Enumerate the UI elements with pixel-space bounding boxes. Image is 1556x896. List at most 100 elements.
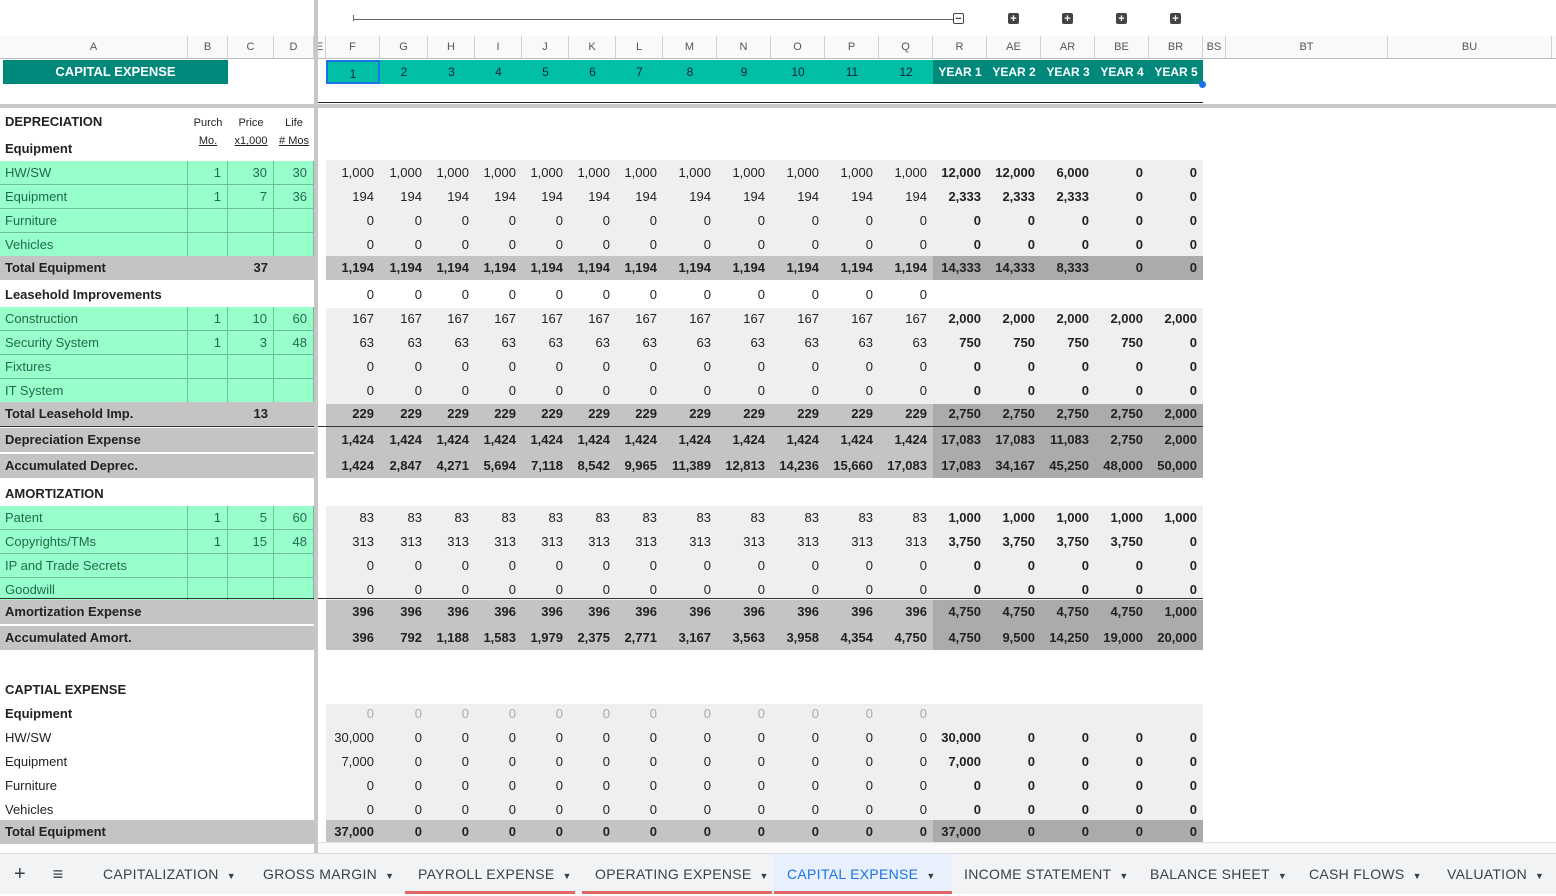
column-header-l[interactable]: L [616,36,663,58]
input-b-cell[interactable] [188,233,228,257]
value-cell[interactable]: 0 [1041,554,1095,578]
value-cell[interactable]: 4,750 [933,600,987,624]
column-header-bt[interactable]: BT [1226,36,1388,58]
value-cell[interactable]: 167 [326,307,380,331]
value-cell[interactable]: 396 [616,600,663,624]
value-cell[interactable]: 0 [1149,331,1203,355]
value-cell[interactable]: 20,000 [1149,626,1203,650]
value-cell[interactable]: 0 [1041,379,1095,403]
value-cell[interactable]: 63 [616,331,663,355]
value-cell[interactable]: 0 [380,379,428,403]
value-cell[interactable]: 750 [987,331,1041,355]
value-cell[interactable]: 0 [1095,256,1149,280]
value-cell[interactable]: 0 [428,798,475,822]
row-label-equipment[interactable]: Equipment [0,702,314,726]
value-cell[interactable]: 0 [825,355,879,379]
value-cell[interactable]: 4,750 [879,626,933,650]
value-cell[interactable]: 0 [428,379,475,403]
value-cell[interactable]: 396 [663,600,717,624]
value-cell[interactable]: 2,000 [1149,307,1203,331]
value-cell[interactable]: 9,965 [616,454,663,478]
value-cell[interactable]: 167 [475,307,522,331]
column-header-m[interactable]: M [663,36,717,58]
value-cell[interactable]: 0 [771,774,825,798]
period-label-cell[interactable]: 12 [879,60,933,84]
value-cell[interactable]: 0 [428,554,475,578]
value-cell[interactable]: 50,000 [1149,454,1203,478]
value-cell[interactable]: 0 [1041,209,1095,233]
value-cell[interactable]: 2,771 [616,626,663,650]
chevron-down-icon[interactable]: ▼ [1278,871,1287,881]
value-cell[interactable]: 1,424 [771,428,825,452]
row-label-ip-and-trade-secrets[interactable]: IP and Trade Secrets [0,554,188,578]
row-label-amortization[interactable]: AMORTIZATION [0,482,314,506]
plus-box-icon[interactable]: + [1170,13,1181,25]
value-cell[interactable]: 0 [771,379,825,403]
value-cell[interactable]: 63 [825,331,879,355]
value-cell[interactable]: 1,000 [771,161,825,185]
value-cell[interactable]: 0 [987,233,1041,257]
value-cell[interactable]: 0 [522,820,569,844]
value-cell[interactable]: 0 [825,283,879,307]
period-label-cell[interactable]: 11 [825,60,879,84]
column-header-o[interactable]: O [771,36,825,58]
value-cell[interactable]: 229 [663,402,717,426]
value-cell[interactable]: 0 [987,379,1041,403]
value-cell[interactable]: 0 [825,702,879,726]
value-cell[interactable]: 4,750 [987,600,1041,624]
plus-box-icon[interactable]: + [1116,13,1127,25]
period-label-cell[interactable]: 8 [663,60,717,84]
value-cell[interactable]: 0 [616,798,663,822]
plus-box-icon[interactable]: + [1008,13,1019,25]
period-label-cell[interactable]: YEAR 5 [1149,60,1203,84]
value-cell[interactable]: 194 [380,185,428,209]
value-cell[interactable]: 83 [569,506,616,530]
value-cell[interactable]: 0 [475,554,522,578]
input-b-cell[interactable] [188,209,228,233]
value-cell[interactable]: 0 [522,774,569,798]
row-label-equipment[interactable]: Equipment [0,137,314,161]
value-cell[interactable]: 14,250 [1041,626,1095,650]
value-cell[interactable]: 167 [569,307,616,331]
value-cell[interactable]: 1,000 [1149,506,1203,530]
value-cell[interactable]: 0 [428,233,475,257]
value-cell[interactable]: 1,000 [522,161,569,185]
value-cell[interactable]: 1,000 [326,161,380,185]
period-label-cell[interactable]: YEAR 4 [1095,60,1149,84]
value-cell[interactable]: 792 [380,626,428,650]
value-cell[interactable]: 313 [717,530,771,554]
row-label-captial-expense[interactable]: CAPTIAL EXPENSE [0,678,314,702]
input-b-cell[interactable]: 1 [188,185,228,209]
value-cell[interactable]: 0 [616,750,663,774]
column-header-ae[interactable]: AE [987,36,1041,58]
input-c-cell[interactable] [228,233,274,257]
frozen-row-divider[interactable] [0,104,1556,108]
value-cell[interactable]: 396 [326,626,380,650]
period-label-cell[interactable]: YEAR 3 [1041,60,1095,84]
value-cell[interactable]: 0 [663,209,717,233]
column-header-i[interactable]: I [475,36,522,58]
value-cell[interactable]: 1,424 [428,428,475,452]
value-cell[interactable]: 0 [326,554,380,578]
value-cell[interactable]: 194 [717,185,771,209]
value-cell[interactable]: 1,424 [717,428,771,452]
value-cell[interactable]: 0 [825,233,879,257]
value-cell[interactable]: 0 [1095,185,1149,209]
input-b-cell[interactable]: 1 [188,161,228,185]
value-cell[interactable]: 0 [825,774,879,798]
value-cell[interactable]: 0 [771,798,825,822]
input-b-cell[interactable]: 1 [188,331,228,355]
value-cell[interactable]: 83 [616,506,663,530]
value-cell[interactable]: 0 [717,702,771,726]
tab-cash-flows[interactable]: CASH FLOWS ▼ [1296,854,1434,894]
value-cell[interactable]: 1,424 [663,428,717,452]
value-cell[interactable]: 2,750 [933,402,987,426]
value-cell[interactable]: 3,750 [933,530,987,554]
value-cell[interactable]: 1,194 [326,256,380,280]
value-cell[interactable]: 83 [771,506,825,530]
value-cell[interactable]: 0 [879,209,933,233]
value-cell[interactable]: 63 [380,331,428,355]
value-cell[interactable]: 0 [879,726,933,750]
value-cell[interactable]: 0 [1095,379,1149,403]
value-cell[interactable]: 0 [1149,209,1203,233]
